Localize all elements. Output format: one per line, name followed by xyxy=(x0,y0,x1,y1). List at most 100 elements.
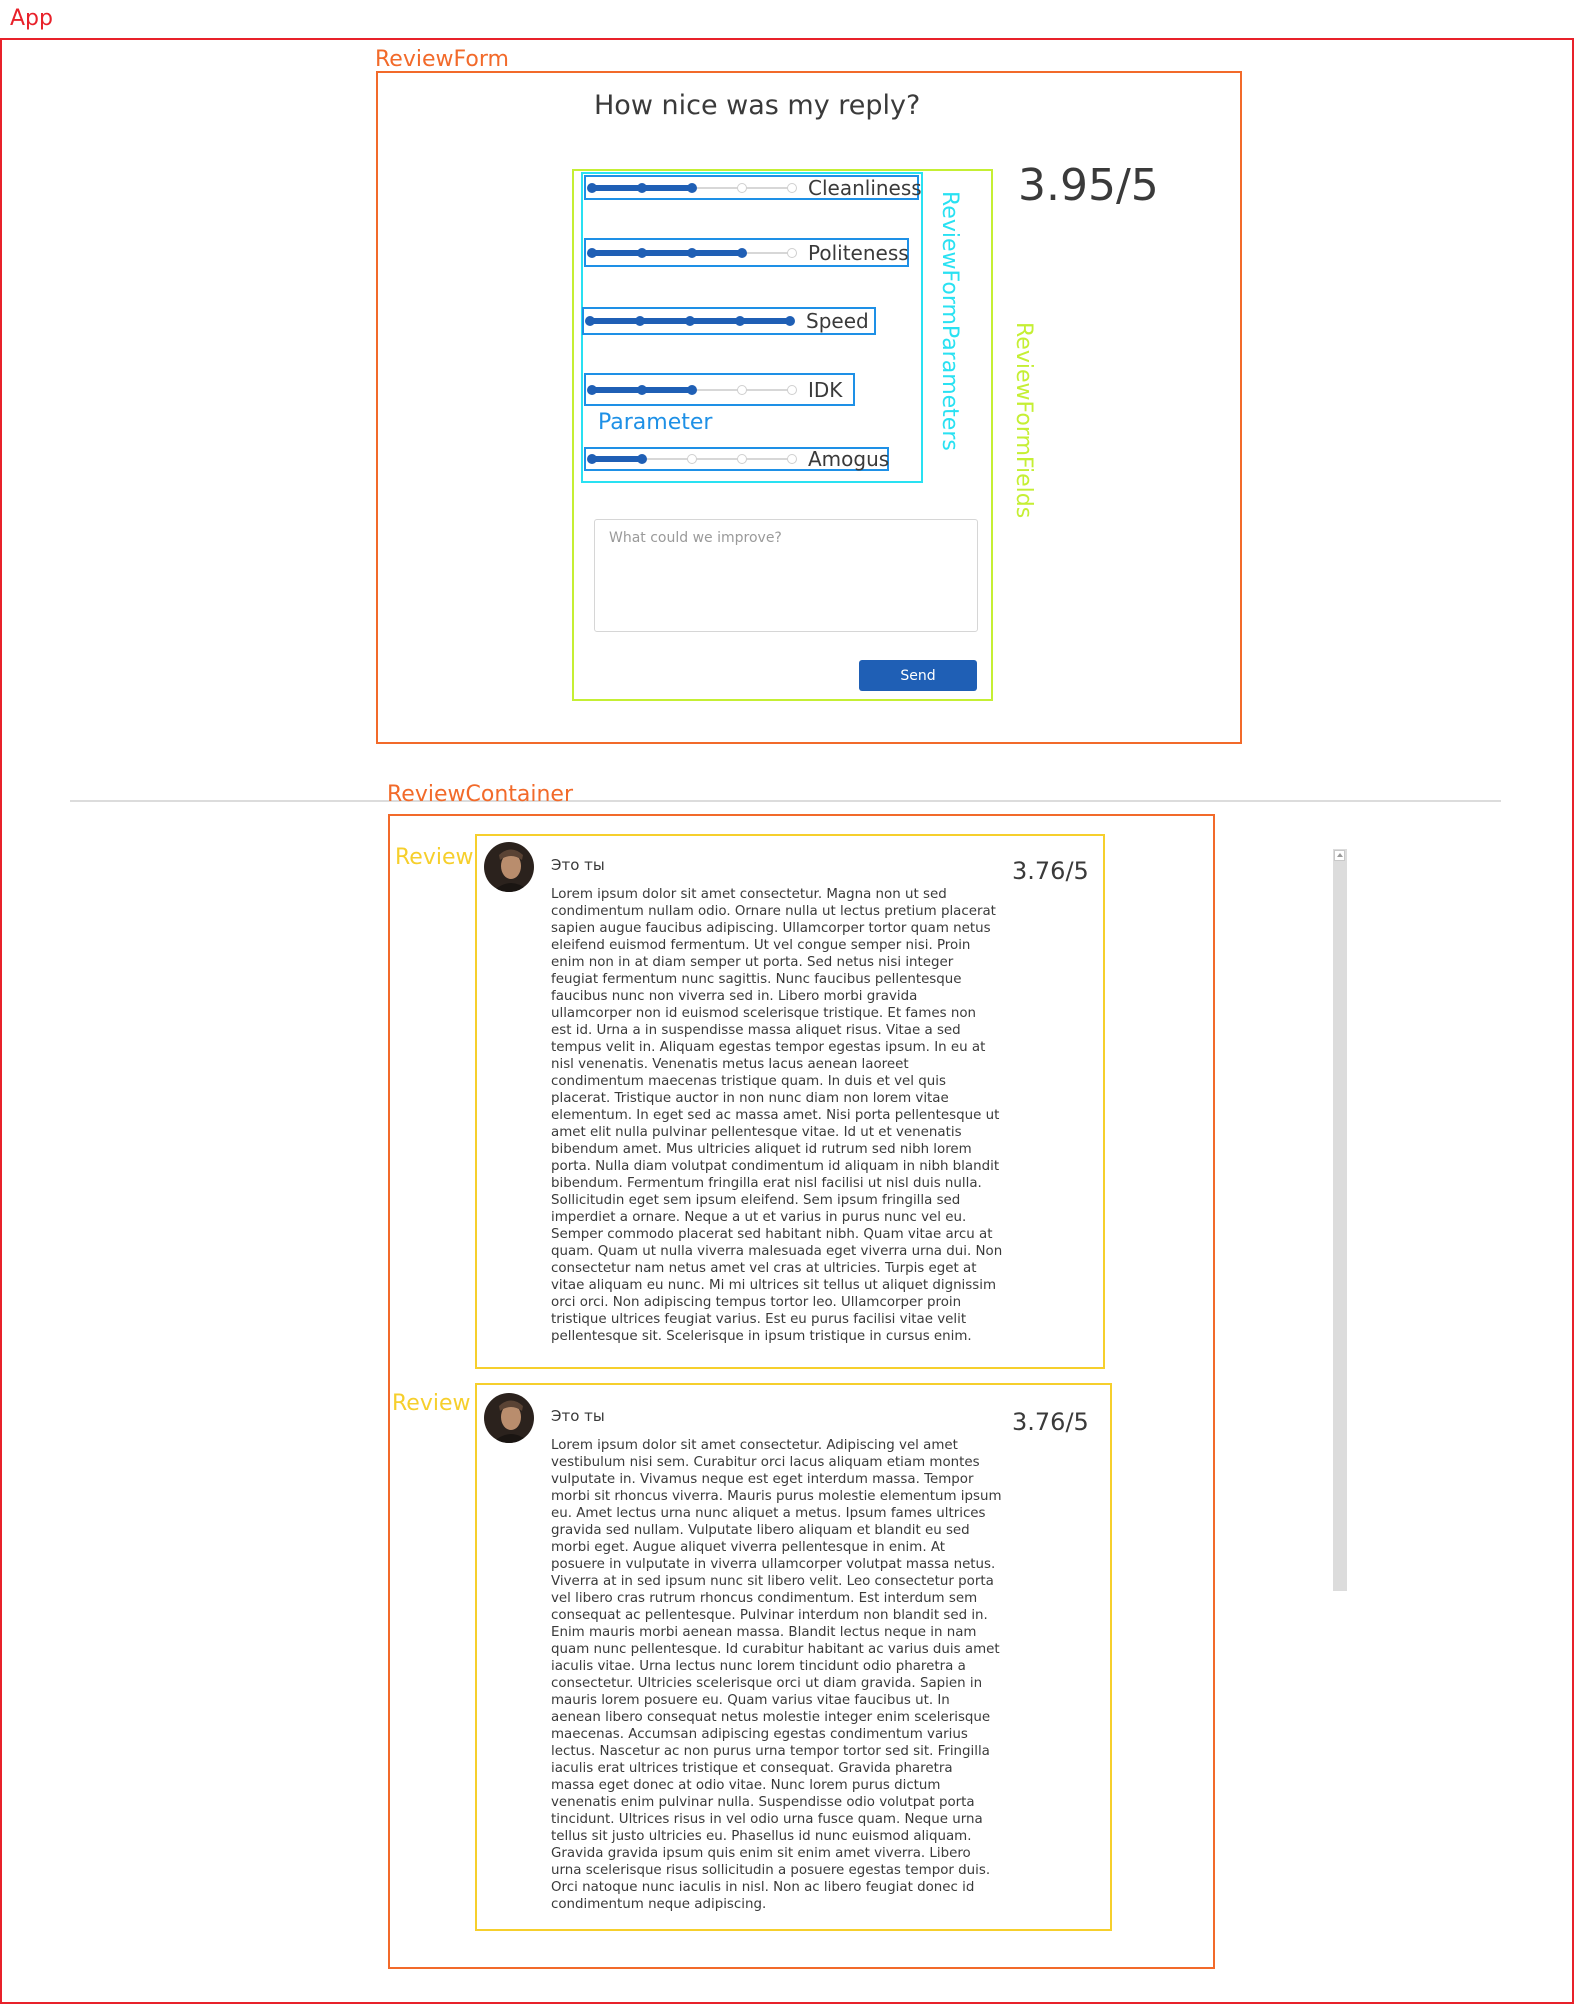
slider-step-dot[interactable] xyxy=(785,316,795,326)
parameter-row[interactable]: Amogus xyxy=(584,447,889,471)
review-text-line: posuere in vulputate in viverra ullamcor… xyxy=(551,1557,996,1572)
slider-step-dot[interactable] xyxy=(787,454,797,464)
review-text-line: nisl venenatis. Venenatis metus lacus ae… xyxy=(551,1057,909,1072)
review-text-line: gravida sed nullam. Vulputate libero ali… xyxy=(551,1523,970,1538)
total-score: 3.95/5 xyxy=(1018,160,1159,211)
review-text-line: placerat. Tristique auctor in non nunc d… xyxy=(551,1091,949,1106)
slider-step-dot[interactable] xyxy=(587,454,597,464)
slider-step-dot[interactable] xyxy=(587,384,597,395)
slider-step-dot[interactable] xyxy=(587,247,597,258)
review-text-line: orci orci. Non adipiscing tempus tortor … xyxy=(551,1295,962,1310)
slider-step-dot[interactable] xyxy=(637,182,647,193)
slider-step-dot[interactable] xyxy=(737,384,747,395)
slider-step-dot[interactable] xyxy=(737,454,747,464)
slider-step-dot[interactable] xyxy=(685,316,695,326)
review-text-line: bibendum. Fermentum fringilla erat nisl … xyxy=(551,1176,982,1191)
scroll-up-arrow-icon[interactable] xyxy=(1334,850,1345,861)
review-text-line: quam. Quam ut nulla viverra malesuada eg… xyxy=(551,1244,1003,1259)
rating-slider[interactable] xyxy=(587,454,797,464)
review-text-line: Sollicitudin eget sem ipsum eleifend. Se… xyxy=(551,1193,961,1208)
review-text-line: Gravida gravida ipsum quis enim sit enim… xyxy=(551,1846,971,1861)
review-text-line: aenean libero consequat netus molestie i… xyxy=(551,1710,991,1725)
slider-step-dot[interactable] xyxy=(687,384,697,395)
improve-textarea[interactable] xyxy=(594,519,978,632)
review-text-line: bibendum amet. Mus ultricies aliquet id … xyxy=(551,1142,972,1157)
review-text-line: vitae aliquam eu nunc. Mi mi ultrices si… xyxy=(551,1278,996,1293)
parameter-name: IDK xyxy=(808,377,843,402)
slider-step-dot[interactable] xyxy=(637,454,647,464)
review-text: Lorem ipsum dolor sit amet consectetur. … xyxy=(551,1437,1011,1913)
rating-slider[interactable] xyxy=(587,182,797,193)
parameter-row[interactable]: Politeness xyxy=(584,238,909,267)
review-text-line: condimentum neque adipiscing. xyxy=(551,1897,767,1912)
review-label: Review xyxy=(392,1391,471,1416)
review-scrollbar[interactable] xyxy=(1333,849,1347,1591)
user-photo-avatar-icon xyxy=(484,842,534,892)
slider-step-dot[interactable] xyxy=(587,182,597,193)
parameter-name: Politeness xyxy=(808,240,909,265)
slider-step-dot[interactable] xyxy=(637,247,647,258)
slider-step-dot[interactable] xyxy=(735,316,745,326)
review-text-line: consectetur. Ultricies scelerisque orci … xyxy=(551,1676,983,1691)
review-text-line: Enim mauris morbi aenean massa. Blandit … xyxy=(551,1625,977,1640)
rating-slider[interactable] xyxy=(587,384,797,395)
review-text-line: consectetur nam netus amet vel cras at u… xyxy=(551,1261,977,1276)
review-text-line: massa eget donec at odio vitae. Nunc lor… xyxy=(551,1778,941,1793)
review-text-line: ullamcorper non id euismod scelerisque t… xyxy=(551,1006,977,1021)
slider-step-dot[interactable] xyxy=(687,182,697,193)
review-text-line: faucibus nunc non viverra sed in. Libero… xyxy=(551,989,918,1004)
review-text-line: iaculis erat ultrices tristique et conse… xyxy=(551,1761,953,1776)
rating-slider[interactable] xyxy=(585,316,795,326)
review-text-line: iaculis vitae. Urna lectus nunc lorem ti… xyxy=(551,1659,966,1674)
parameter-label: Parameter xyxy=(598,410,713,435)
slider-step-dot[interactable] xyxy=(635,316,645,326)
review-text-line: lectus. Nascetur ac non purus urna tempo… xyxy=(551,1744,990,1759)
review-container-label: ReviewContainer xyxy=(387,782,574,807)
review-text-line: Viverra at in sed ipsum nunc sit libero … xyxy=(551,1574,994,1589)
slider-step-dot[interactable] xyxy=(737,247,747,258)
review-score: 3.76/5 xyxy=(1012,857,1089,885)
review-text-line: maecenas. Accumsan adipiscing egestas co… xyxy=(551,1727,968,1742)
review-form-fields-label: ReviewFormFields xyxy=(1011,322,1036,519)
review-text-line: pellentesque sit. Scelerisque in ipsum t… xyxy=(551,1329,972,1344)
review-text-line: condimentum maecenas tristique quam. In … xyxy=(551,1074,946,1089)
review-text-line: Lorem ipsum dolor sit amet consectetur. … xyxy=(551,887,947,902)
review-text-line: sapien augue faucibus adipiscing. Ullamc… xyxy=(551,921,991,936)
review-text-line: urna scelerisque risus sollicitudin a po… xyxy=(551,1863,991,1878)
review-text-line: tristique ultrices feugiat varius. Est e… xyxy=(551,1312,967,1327)
review-text-line: elementum. In eget sed ac massa amet. Ni… xyxy=(551,1108,1000,1123)
slider-step-dot[interactable] xyxy=(787,247,797,258)
review-text-line: amet elit nulla pulvinar pellentesque vi… xyxy=(551,1125,962,1140)
review-text-line: Lorem ipsum dolor sit amet consectetur. … xyxy=(551,1438,958,1453)
parameter-name: Amogus xyxy=(808,447,890,471)
parameter-row[interactable]: IDK xyxy=(584,373,855,406)
slider-step-dot[interactable] xyxy=(687,454,697,464)
rating-slider[interactable] xyxy=(587,247,797,258)
review-text-line: venenatis enim pulvinar nulla. Suspendis… xyxy=(551,1795,975,1810)
review-text-line: consequat ac pellentesque. Pulvinar inte… xyxy=(551,1608,988,1623)
parameter-row[interactable]: Speed xyxy=(582,307,876,335)
send-button[interactable]: Send xyxy=(859,660,977,691)
review-text: Lorem ipsum dolor sit amet consectetur. … xyxy=(551,886,1011,1345)
review-text-line: vulputate in. Vivamus neque est eget int… xyxy=(551,1472,974,1487)
review-text-line: tellus sit justo ultricies eu. Phasellus… xyxy=(551,1829,972,1844)
parameter-row[interactable]: Cleanliness xyxy=(584,175,922,200)
slider-step-dot[interactable] xyxy=(687,247,697,258)
review-text-line: morbi eget. Augue aliquet viverra pellen… xyxy=(551,1540,946,1555)
slider-step-dot[interactable] xyxy=(737,182,747,193)
review-text-line: condimentum nullam odio. Ornare nulla ut… xyxy=(551,904,996,919)
review-text-line: vel libero cras rutrum rhoncus condiment… xyxy=(551,1591,978,1606)
review-text-line: imperdiet a ornare. Neque a ut et varius… xyxy=(551,1210,967,1225)
slider-step-dot[interactable] xyxy=(637,384,647,395)
parameter-name: Cleanliness xyxy=(808,175,922,200)
review-text-line: tincidunt. Ultrices risus in vel odio ur… xyxy=(551,1812,983,1827)
slider-step-dot[interactable] xyxy=(585,316,595,326)
review-score: 3.76/5 xyxy=(1012,1408,1089,1436)
slider-step-dot[interactable] xyxy=(787,182,797,193)
review-text-line: Semper commodo placerat sed habitant nib… xyxy=(551,1227,993,1242)
review-author: Это ты xyxy=(551,1407,605,1425)
user-photo-avatar-icon xyxy=(484,1393,534,1443)
form-title: How nice was my reply? xyxy=(594,90,921,121)
slider-step-dot[interactable] xyxy=(787,384,797,395)
parameter-name: Speed xyxy=(806,309,869,333)
